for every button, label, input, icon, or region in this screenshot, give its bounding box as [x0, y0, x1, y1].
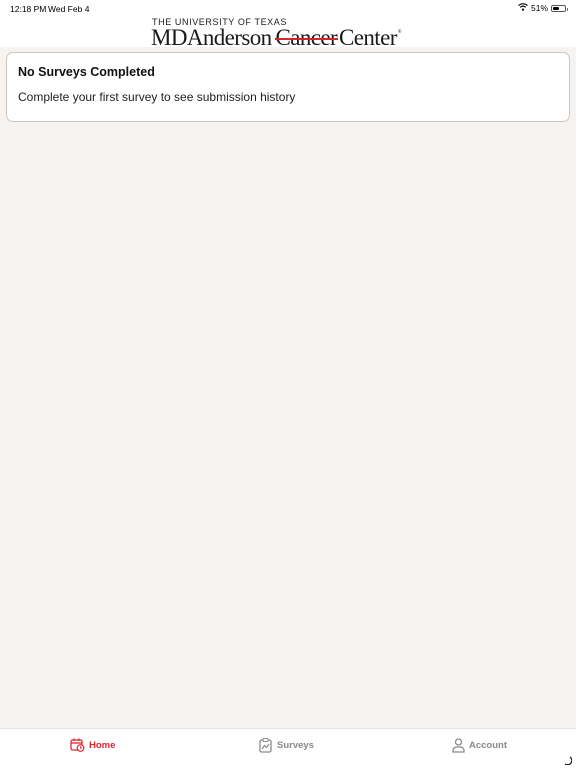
tab-surveys[interactable]: Surveys: [259, 737, 314, 753]
app-header: THE UNIVERSITY OF TEXAS MDAnderson Cancer…: [0, 17, 576, 50]
logo-registered-mark: ®: [397, 30, 402, 35]
tab-bar: Home Surveys Account: [0, 728, 576, 768]
wifi-icon: [518, 3, 528, 13]
card-message: Complete your first survey to see submis…: [18, 90, 296, 104]
status-date: Wed Feb 4: [48, 4, 90, 14]
tab-account[interactable]: Account: [452, 737, 507, 753]
status-indicators: 51%: [518, 3, 568, 13]
battery-level: [553, 6, 559, 10]
logo-md: MD: [151, 25, 187, 50]
logo-center: Center: [339, 25, 397, 50]
loading-spinner-icon: [562, 752, 573, 766]
status-time: 12:18 PM: [10, 4, 47, 14]
status-bar: 12:18 PM Wed Feb 4 51%: [0, 0, 576, 18]
tab-account-label: Account: [469, 739, 507, 751]
logo-anderson: Anderson: [186, 25, 272, 50]
card-title: No Surveys Completed: [18, 65, 155, 79]
tab-surveys-label: Surveys: [277, 739, 314, 751]
person-icon: [452, 737, 465, 753]
md-anderson-logo: THE UNIVERSITY OF TEXAS MDAnderson Cancer…: [151, 17, 431, 50]
empty-surveys-card: No Surveys Completed Complete your first…: [6, 52, 570, 122]
battery-icon: [551, 4, 568, 12]
logo-wordmark: MDAnderson Cancer Center®: [151, 25, 402, 51]
tab-home-label: Home: [89, 739, 116, 751]
battery-percent: 51%: [530, 3, 548, 13]
chart-clipboard-icon: [259, 737, 273, 753]
calendar-icon: [70, 738, 85, 752]
logo-cancer: Cancer: [274, 25, 339, 51]
tab-home[interactable]: Home: [70, 737, 115, 753]
logo-strike-line: [274, 38, 339, 40]
